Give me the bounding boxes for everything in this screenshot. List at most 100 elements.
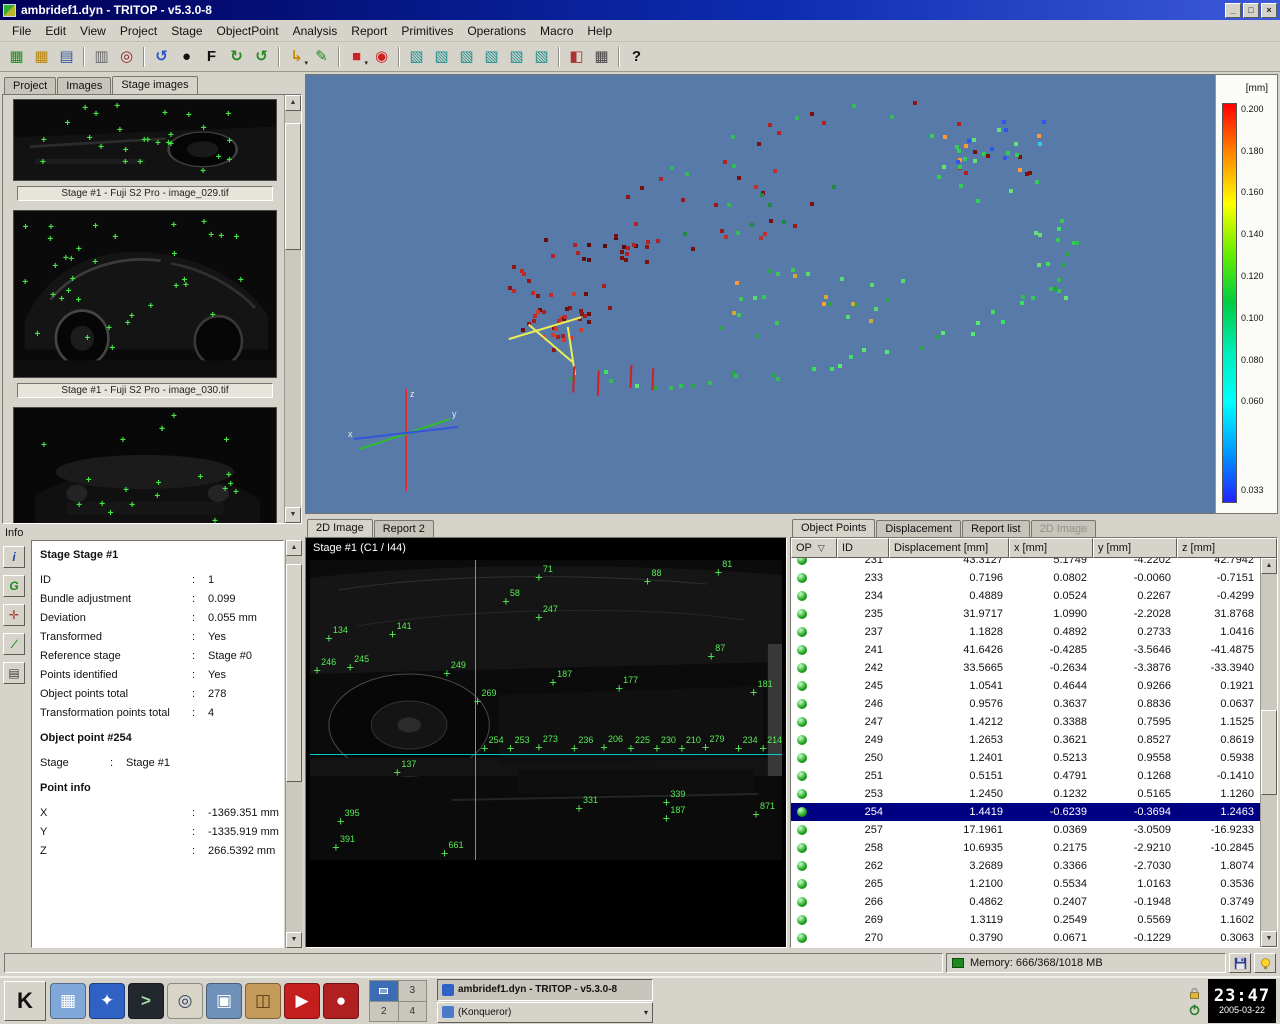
find-files-icon[interactable]: ◎: [167, 983, 203, 1019]
scroll-track[interactable]: [1261, 574, 1277, 931]
table-row-269[interactable]: 2691.31190.25490.55691.1602: [791, 911, 1260, 929]
menu-view[interactable]: View: [73, 21, 113, 41]
points-mode-button[interactable]: G: [3, 575, 25, 597]
view-front-button[interactable]: ▧: [404, 44, 429, 69]
deviation-mode-button[interactable]: ∕: [3, 633, 25, 655]
table-row-265[interactable]: 2651.21000.55341.01630.3536: [791, 875, 1260, 893]
table-row-251[interactable]: 2510.51510.47910.1268-0.1410: [791, 767, 1260, 785]
menu-project[interactable]: Project: [113, 21, 164, 41]
kmenu-button[interactable]: K: [4, 981, 46, 1021]
table-row-254[interactable]: 2541.4419-0.6239-0.36941.2463: [791, 803, 1260, 821]
view-back-button[interactable]: ▧: [429, 44, 454, 69]
thumbnails-scrollbar[interactable]: ▲▼: [284, 95, 301, 523]
pager-desktop-4[interactable]: 4: [399, 1002, 427, 1022]
3d-view[interactable]: z y x: [306, 75, 1215, 513]
primitives-cube-button[interactable]: ■▾: [344, 44, 369, 69]
scroll-thumb[interactable]: [285, 123, 301, 250]
table-tab-2d-image[interactable]: 2D Image: [1031, 520, 1097, 537]
alignment-grid-button[interactable]: ▦: [589, 44, 614, 69]
scroll-thumb[interactable]: [286, 564, 302, 782]
tab-stage-images[interactable]: Stage images: [112, 76, 197, 94]
scroll-down-button[interactable]: ▼: [1261, 931, 1277, 947]
table-row-234[interactable]: 2340.48890.05240.2267-0.4299: [791, 587, 1260, 605]
menu-file[interactable]: File: [5, 21, 38, 41]
table-row-257[interactable]: 25717.19610.0369-3.0509-16.9233: [791, 821, 1260, 839]
2d-image[interactable]: +71+88+81+58+247+141+134+246+245+249+187…: [310, 560, 782, 860]
info-scrollbar[interactable]: ▲▼: [285, 540, 302, 948]
scroll-track[interactable]: [286, 556, 302, 932]
task-button-1[interactable]: ambridef1.dyn - TRITOP - v5.3.0-8: [437, 979, 653, 1001]
minimize-button[interactable]: _: [1225, 3, 1241, 18]
menu-macro[interactable]: Macro: [533, 21, 580, 41]
scroll-thumb[interactable]: [1261, 710, 1277, 796]
scroll-up-button[interactable]: ▲: [286, 540, 302, 556]
fit-view-button[interactable]: F: [199, 44, 224, 69]
task-list-arrow-icon[interactable]: ▾: [644, 1008, 648, 1017]
table-tab-report-list[interactable]: Report list: [962, 520, 1030, 537]
image-tab-report-2[interactable]: Report 2: [374, 520, 434, 537]
desktop-pager[interactable]: 324: [369, 980, 427, 1022]
rotate-view-button[interactable]: ↺: [149, 44, 174, 69]
2d-image-view[interactable]: Stage #1 (C1 / I44): [305, 537, 787, 948]
menu-edit[interactable]: Edit: [38, 21, 73, 41]
realplayer-icon[interactable]: ▶: [284, 983, 320, 1019]
menu-help[interactable]: Help: [580, 21, 619, 41]
column-z-mm[interactable]: z [mm]: [1177, 538, 1277, 558]
table-row-250[interactable]: 2501.24010.52130.95580.5938: [791, 749, 1260, 767]
transform-mode-button[interactable]: ✛: [3, 604, 25, 626]
desktop-settings-icon[interactable]: ▦: [50, 983, 86, 1019]
table-row-231[interactable]: 23143.31275.1749-4.220242.7942: [791, 558, 1260, 569]
table-row-246[interactable]: 2460.95760.36370.88360.0637: [791, 695, 1260, 713]
table-row-253[interactable]: 2531.24500.12320.51651.1260: [791, 785, 1260, 803]
view-left-button[interactable]: ▧: [454, 44, 479, 69]
column-x-mm[interactable]: x [mm]: [1009, 538, 1093, 558]
project-table-button[interactable]: ▦: [4, 44, 29, 69]
table-row-245[interactable]: 2451.05410.46440.92660.1921: [791, 677, 1260, 695]
hint-button[interactable]: [1254, 953, 1276, 973]
export-button[interactable]: ↳▾: [284, 44, 309, 69]
scroll-up-button[interactable]: ▲: [1261, 558, 1277, 574]
column-displacement-mm[interactable]: Displacement [mm]: [889, 538, 1009, 558]
save-button[interactable]: ▤: [54, 44, 79, 69]
point-primitives-button[interactable]: ◉: [369, 44, 394, 69]
task-button-2[interactable]: (Konqueror)▾: [437, 1002, 653, 1024]
logout-icon[interactable]: [1188, 1003, 1201, 1016]
column-id[interactable]: ID: [837, 538, 889, 558]
table-row-249[interactable]: 2491.26530.36210.85270.8619: [791, 731, 1260, 749]
scroll-track[interactable]: [285, 111, 301, 507]
clock[interactable]: 23:47 2005-03-22: [1208, 979, 1276, 1023]
table-row-270[interactable]: 2700.37900.0671-0.12290.3063: [791, 929, 1260, 947]
lock-icon[interactable]: [1188, 987, 1201, 1000]
list-mode-button[interactable]: ▤: [3, 662, 25, 684]
close-button[interactable]: ×: [1261, 3, 1277, 18]
context-help-button[interactable]: ?: [624, 44, 649, 69]
view-top-button[interactable]: ▧: [504, 44, 529, 69]
menu-primitives[interactable]: Primitives: [394, 21, 460, 41]
menu-analysis[interactable]: Analysis: [286, 21, 345, 41]
table-row-242[interactable]: 24233.5665-0.2634-3.3876-33.3940: [791, 659, 1260, 677]
menu-operations[interactable]: Operations: [460, 21, 533, 41]
pager-desktop-3[interactable]: 3: [399, 981, 427, 1001]
save-report-button[interactable]: [1229, 953, 1251, 973]
maximize-button[interactable]: □: [1243, 3, 1259, 18]
table-tab-displacement[interactable]: Displacement: [876, 520, 961, 537]
titlebar[interactable]: ambridef1.dyn - TRITOP - v5.3.0-8 _ □ ×: [0, 0, 1280, 20]
table-row-258[interactable]: 25810.69350.2175-2.9210-10.2845: [791, 839, 1260, 857]
menu-stage[interactable]: Stage: [164, 21, 209, 41]
stage-image-thumbnail-3[interactable]: ++++++++++++++++++++: [13, 407, 277, 523]
tab-project[interactable]: Project: [4, 77, 56, 94]
kontact-icon[interactable]: ✦: [89, 983, 125, 1019]
table-row-233[interactable]: 2330.71960.0802-0.0060-0.7151: [791, 569, 1260, 587]
table-row-262[interactable]: 2623.26890.3366-2.70301.8074: [791, 857, 1260, 875]
tab-images[interactable]: Images: [57, 77, 111, 94]
info-mode-button[interactable]: i: [3, 546, 25, 568]
table-row-241[interactable]: 24141.6426-0.4285-3.5646-41.4875: [791, 641, 1260, 659]
compare-stages-button[interactable]: ◧: [564, 44, 589, 69]
table-row-235[interactable]: 23531.97171.0990-2.202831.8768: [791, 605, 1260, 623]
menu-report[interactable]: Report: [344, 21, 394, 41]
center-point-button[interactable]: ●: [174, 44, 199, 69]
media-recorder-icon[interactable]: ●: [323, 983, 359, 1019]
pager-desktop-2[interactable]: 2: [370, 1002, 398, 1022]
column-y-mm[interactable]: y [mm]: [1093, 538, 1177, 558]
table-row-247[interactable]: 2471.42120.33880.75951.1525: [791, 713, 1260, 731]
